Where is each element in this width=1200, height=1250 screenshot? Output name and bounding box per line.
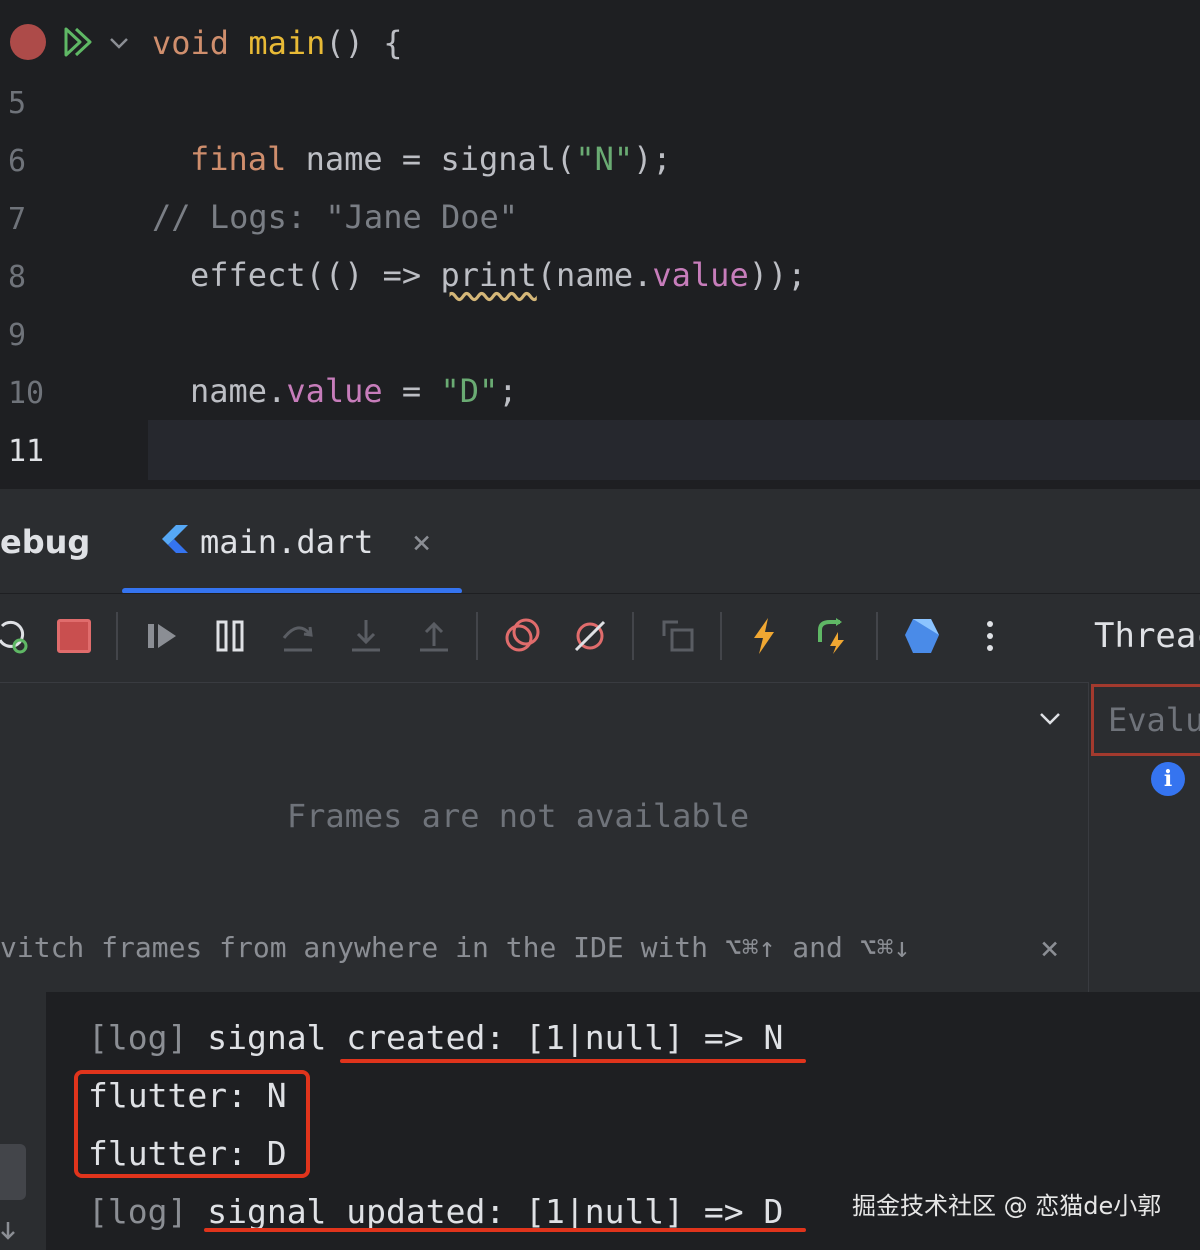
close-icon[interactable]: × xyxy=(412,523,431,561)
threads-label: Threac xyxy=(1094,616,1200,656)
step-out-icon[interactable] xyxy=(410,612,458,660)
drop-frame-icon[interactable] xyxy=(654,612,702,660)
code-editor[interactable] xyxy=(0,0,1200,485)
resume-icon[interactable] xyxy=(138,612,186,660)
more-options-icon[interactable] xyxy=(966,612,1014,660)
dart-file-icon xyxy=(156,523,190,565)
annotation-underline xyxy=(340,1059,806,1063)
info-icon: i xyxy=(1151,762,1185,796)
line-number-current: 11 xyxy=(8,434,45,469)
line-number: 5 xyxy=(8,86,27,121)
console-line: [log] signal updated: [1|null] => D xyxy=(88,1192,784,1231)
watermark: 掘金技术社区 @ 恋猫de小郭 xyxy=(852,1192,1162,1220)
code-line-effect: effect(() => print(name.value)); xyxy=(190,256,807,294)
view-breakpoints-icon[interactable] xyxy=(498,612,546,660)
annotation-underline xyxy=(204,1228,806,1232)
mute-breakpoints-icon[interactable] xyxy=(566,612,614,660)
step-over-icon[interactable] xyxy=(274,612,322,660)
stop-icon[interactable] xyxy=(50,612,98,660)
rerun-debug-icon[interactable] xyxy=(0,612,36,660)
variables-panel: Evalu i xyxy=(1088,682,1200,992)
frames-panel: Frames are not available vitch frames fr… xyxy=(0,755,1088,992)
line-number: 6 xyxy=(8,144,27,179)
console-gutter xyxy=(0,992,46,1250)
tab-label: main.dart xyxy=(200,523,374,561)
line-number: 10 xyxy=(8,376,45,411)
chevron-down-icon[interactable] xyxy=(106,30,132,60)
evaluate-placeholder: Evalu xyxy=(1108,701,1200,739)
editor-gutter: 5 6 7 8 9 10 11 xyxy=(0,0,148,485)
code-line-main: void main() { xyxy=(152,24,403,62)
code-line-assign: name.value = "D"; xyxy=(190,372,518,410)
scroll-down-icon[interactable] xyxy=(0,1220,24,1248)
hot-reload-icon[interactable] xyxy=(740,612,788,660)
line-number: 7 xyxy=(8,202,27,237)
console-line: [log] signal created: [1|null] => N xyxy=(88,1018,784,1057)
line-number: 9 xyxy=(8,318,27,353)
dart-devtools-icon[interactable] xyxy=(898,612,946,660)
thread-selector[interactable] xyxy=(0,682,1088,756)
step-into-icon[interactable] xyxy=(342,612,390,660)
close-icon[interactable]: × xyxy=(1040,929,1059,967)
debug-tab-bar: ebug main.dart × xyxy=(0,485,1200,597)
evaluate-input[interactable]: Evalu xyxy=(1091,684,1200,756)
frames-hint: vitch frames from anywhere in the IDE wi… xyxy=(0,931,911,964)
pause-icon[interactable] xyxy=(206,612,254,660)
soft-wrap-icon[interactable] xyxy=(0,1144,26,1200)
run-icon[interactable] xyxy=(60,24,96,64)
tab-debug[interactable]: ebug xyxy=(0,523,90,561)
breakpoint-icon[interactable] xyxy=(10,24,46,60)
tab-main-dart[interactable]: main.dart × xyxy=(122,489,462,597)
annotation-box xyxy=(74,1070,310,1178)
chevron-down-icon[interactable] xyxy=(1036,705,1064,737)
hot-restart-icon[interactable] xyxy=(808,612,856,660)
line-number: 8 xyxy=(8,260,27,295)
current-line-highlight xyxy=(148,420,1200,480)
code-line-comment: // Logs: "Jane Doe" xyxy=(152,198,519,236)
code-line-final: final name = signal("N"); xyxy=(190,140,672,178)
frames-empty-message: Frames are not available xyxy=(286,797,750,835)
